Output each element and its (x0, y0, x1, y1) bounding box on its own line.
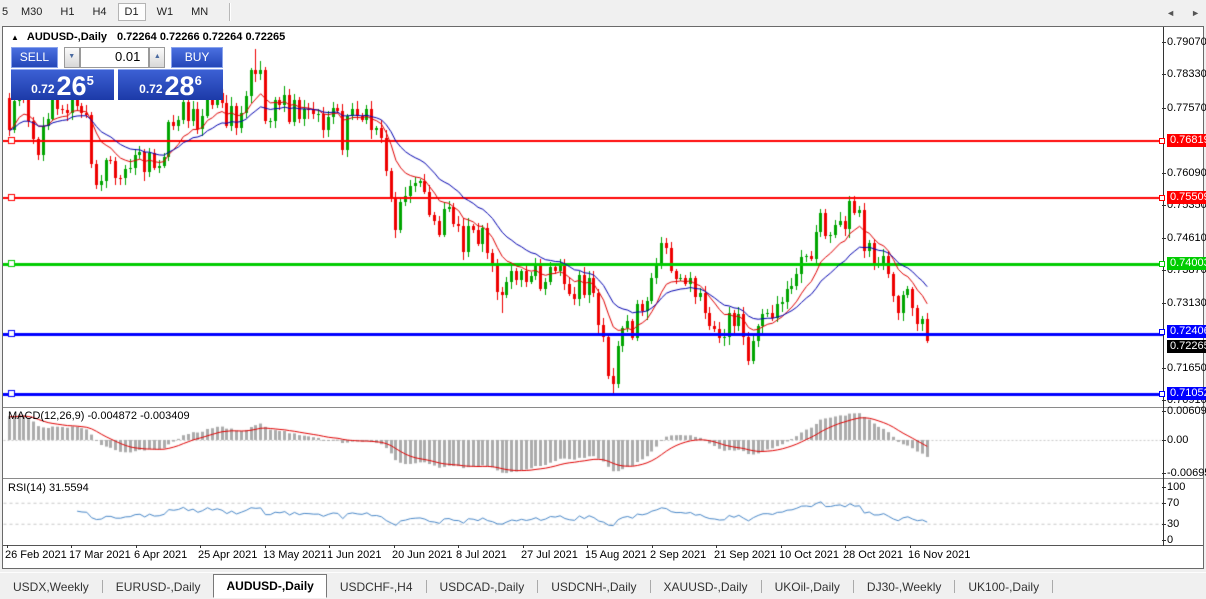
date-label: 13 May 2021 (263, 545, 327, 561)
mt4-application: 5 M30 H1 H4 D1 W1 MN ▲ AUDUSD-,Daily 0.72264 0… (0, 0, 1206, 599)
sell-price-big: 26 (56, 71, 87, 101)
macd-axis-label: 0.00 (1161, 433, 1189, 446)
tab-ukoil-daily[interactable]: UKOil-,Daily (762, 576, 853, 598)
date-label: 26 Feb 2021 (5, 545, 67, 561)
price-tick: 0.76090 (1162, 166, 1206, 179)
buy-price-big: 28 (164, 71, 195, 101)
sell-price-prefix: 0.72 (31, 82, 55, 96)
macd-values: -0.004872 -0.003409 (87, 410, 190, 422)
price-axis-border (1163, 27, 1164, 546)
timeframe-button-h4[interactable]: H4 (85, 3, 113, 21)
tab-eurusd-daily[interactable]: EURUSD-,Daily (103, 576, 214, 598)
date-label: 15 Aug 2021 (585, 545, 647, 561)
buy-price-display[interactable]: 0.72 28 6 (118, 69, 223, 100)
timeframe-button-5[interactable]: 5 (0, 3, 10, 21)
tab-usdcnh-daily[interactable]: USDCNH-,Daily (538, 576, 649, 598)
date-label: 20 Jun 2021 (392, 545, 453, 561)
price-tick: 0.74610 (1162, 231, 1206, 244)
tab-scroll-arrows: ◄ ► (1166, 8, 1200, 18)
timeframe-button-w1[interactable]: W1 (150, 3, 181, 21)
macd-name: MACD(12,26,9) (8, 410, 85, 422)
price-line-label[interactable]: 0.76819 (1159, 133, 1206, 147)
buy-button[interactable]: BUY (171, 47, 223, 68)
price-axis: 0.79070 0.78330 0.77570 0.76090 0.75350 0.746… (1159, 27, 1206, 546)
timeframe-button-h1[interactable]: H1 (53, 3, 81, 21)
volume-up-button[interactable]: ▲ (149, 47, 166, 68)
time-axis-border (3, 545, 1203, 546)
price-line-label[interactable]: 0.75509 (1159, 191, 1206, 205)
date-label: 21 Sep 2021 (714, 545, 777, 561)
sell-price-display[interactable]: 0.72 26 5 (11, 69, 114, 100)
chart-ohlc-values: 0.72264 0.72266 0.72264 0.72265 (117, 31, 286, 43)
chart-window: ▲ AUDUSD-,Daily 0.72264 0.72266 0.72264 … (2, 26, 1206, 569)
tab-audusd-daily[interactable]: AUDUSD-,Daily (213, 573, 327, 598)
volume-down-button[interactable]: ▼ (63, 47, 80, 68)
rsi-axis-label: 0 (1161, 533, 1174, 546)
panel-divider[interactable] (3, 478, 1203, 479)
buy-price-pip: 6 (194, 73, 202, 88)
date-label: 10 Oct 2021 (779, 545, 839, 561)
chart-title-row: ▲ AUDUSD-,Daily 0.72264 0.72266 0.72264 … (11, 31, 285, 43)
scroll-right-icon[interactable]: ► (1191, 8, 1200, 18)
macd-label: MACD(12,26,9) -0.004872 -0.003409 (8, 410, 190, 422)
tab-xauusd-daily[interactable]: XAUUSD-,Daily (651, 576, 761, 598)
rsi-name: RSI(14) (8, 482, 46, 494)
time-axis: 26 Feb 2021 17 Mar 2021 6 Apr 2021 25 Apr 2… (3, 545, 1163, 564)
sell-price-pip: 5 (86, 73, 94, 88)
price-line-label[interactable]: 0.72265 (1167, 339, 1206, 353)
price-tick: 0.78330 (1162, 68, 1206, 81)
price-line-label[interactable]: 0.71052 (1159, 386, 1206, 400)
tab-separator (1052, 580, 1054, 593)
timeframe-button-mn[interactable]: MN (184, 3, 215, 21)
date-label: 8 Jul 2021 (456, 545, 507, 561)
tab-usdchf-h4[interactable]: USDCHF-,H4 (327, 576, 426, 598)
macd-axis-label: -0.006955 (1162, 467, 1206, 479)
price-tick: 0.73130 (1162, 296, 1206, 309)
date-label: 25 Apr 2021 (198, 545, 258, 561)
tab-dj30-weekly[interactable]: DJ30-,Weekly (854, 576, 954, 598)
toolbar-separator (229, 3, 232, 21)
chevron-up-icon: ▲ (153, 53, 161, 60)
chart-tab-bar: USDX,Weekly EURUSD-,Daily AUDUSD-,Daily USD… (0, 572, 1206, 599)
rsi-axis-label: 70 (1161, 496, 1180, 509)
timeframe-button-d1[interactable]: D1 (117, 3, 146, 21)
panel-divider[interactable] (3, 407, 1203, 408)
price-line-label[interactable]: 0.72406 (1159, 325, 1206, 339)
tab-usdcad-daily[interactable]: USDCAD-,Daily (427, 576, 538, 598)
scroll-left-icon[interactable]: ◄ (1166, 8, 1175, 18)
rsi-label: RSI(14) 31.5594 (8, 482, 89, 494)
date-label: 1 Jun 2021 (327, 545, 382, 561)
date-label: 17 Mar 2021 (69, 545, 131, 561)
tab-usdx-weekly[interactable]: USDX,Weekly (0, 576, 102, 598)
price-tick: 0.71650 (1162, 361, 1206, 374)
timeframe-button-m30[interactable]: M30 (14, 3, 49, 21)
price-tick: 0.79070 (1162, 36, 1206, 48)
date-label: 27 Jul 2021 (521, 545, 578, 561)
trade-panel-collapse-icon[interactable]: ▲ (11, 33, 19, 42)
price-tick: 0.77570 (1162, 101, 1206, 114)
volume-input[interactable]: 0.01 (79, 47, 150, 68)
date-label: 28 Oct 2021 (843, 545, 903, 561)
timeframe-toolbar: 5 M30 H1 H4 D1 W1 MN (0, 0, 1206, 24)
macd-axis-label: 0.006094 (1162, 405, 1206, 417)
price-line-label[interactable]: 0.74003 (1159, 257, 1206, 271)
rsi-axis-label: 30 (1161, 517, 1180, 530)
rsi-value: 31.5594 (48, 482, 89, 494)
date-label: 6 Apr 2021 (134, 545, 188, 561)
date-label: 2 Sep 2021 (650, 545, 707, 561)
rsi-axis-label: 100 (1161, 481, 1186, 493)
chart-symbol-title: AUDUSD-,Daily (26, 31, 107, 43)
date-label: 16 Nov 2021 (908, 545, 971, 561)
rsi-indicator-canvas[interactable] (3, 480, 1163, 545)
chevron-down-icon: ▼ (68, 53, 76, 60)
one-click-trade-panel: SELL ▼ 0.01 ▲ BUY 0.72 26 5 0.72 28 6 (11, 47, 223, 100)
sell-button[interactable]: SELL (11, 47, 58, 68)
tab-uk100-daily[interactable]: UK100-,Daily (955, 576, 1052, 598)
buy-price-prefix: 0.72 (139, 82, 163, 96)
